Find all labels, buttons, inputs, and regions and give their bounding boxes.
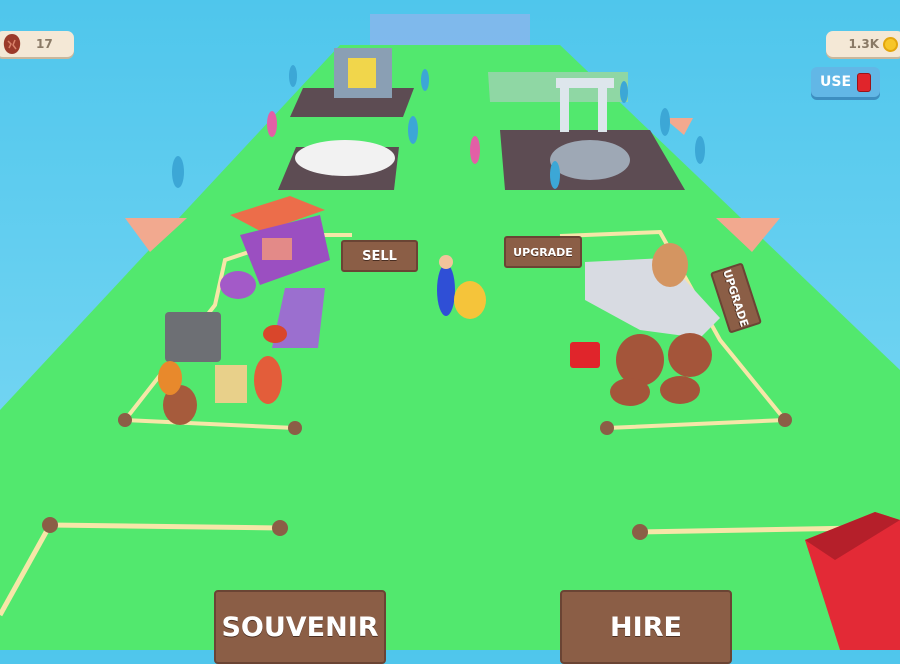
shop-cart-seat	[262, 238, 292, 260]
stone-arch-pillar-left	[560, 86, 569, 132]
fence-post	[632, 524, 648, 540]
safe-box	[165, 312, 221, 362]
hire-zone-sign[interactable]: HIRE	[560, 590, 732, 664]
fence-post	[42, 517, 58, 533]
sell-sign: SELL	[341, 240, 418, 272]
visitor	[408, 116, 418, 144]
fence-post	[778, 413, 792, 427]
stone-arch-pillar-right	[598, 86, 607, 132]
red-jerrycan-icon	[857, 72, 872, 92]
visitor	[550, 161, 560, 189]
fence-post	[272, 520, 288, 536]
visitor	[267, 111, 277, 137]
upgrade-sign: UPGRADE	[504, 236, 582, 268]
barrel	[610, 378, 650, 406]
fence-post	[118, 413, 132, 427]
ancient-gate-glow	[348, 58, 376, 88]
visitor	[289, 65, 297, 87]
barrel	[616, 334, 664, 386]
relic-count: 17	[36, 37, 53, 51]
upgrade-vase	[652, 243, 688, 287]
gold-coin-icon	[883, 36, 898, 52]
barrel	[660, 376, 700, 404]
coin-counter: 1.3K	[826, 31, 900, 57]
dinosaur-skeleton	[295, 140, 395, 176]
visitor	[695, 136, 705, 164]
use-button-label: USE	[820, 74, 852, 90]
game-scene	[0, 14, 900, 650]
fence-post	[288, 421, 302, 435]
green-island	[0, 45, 900, 650]
barrel	[668, 333, 712, 377]
gear-fossil	[550, 140, 630, 180]
vase	[158, 361, 182, 395]
crate-gold	[215, 365, 247, 403]
fossil-egg-icon	[3, 34, 21, 54]
shopkeeper	[254, 356, 282, 404]
fuel-can	[570, 342, 600, 368]
visitor	[620, 81, 628, 103]
visitor	[421, 69, 429, 91]
relic-counter: 17	[0, 31, 74, 57]
coin-count: 1.3K	[848, 37, 879, 51]
fence-post	[600, 421, 614, 435]
far-building	[370, 14, 530, 48]
visitor	[660, 108, 670, 136]
visitor	[470, 136, 480, 164]
use-button[interactable]: USE	[811, 67, 880, 97]
visitor	[172, 156, 184, 188]
player-head	[439, 255, 453, 269]
souvenir-zone-sign[interactable]: SOUVENIR	[214, 590, 386, 664]
red-mask	[263, 325, 287, 343]
player-loot-sack	[454, 281, 486, 319]
scooter	[220, 271, 256, 299]
rope-fence-bottom-left	[49, 522, 281, 531]
player-character	[437, 264, 455, 316]
